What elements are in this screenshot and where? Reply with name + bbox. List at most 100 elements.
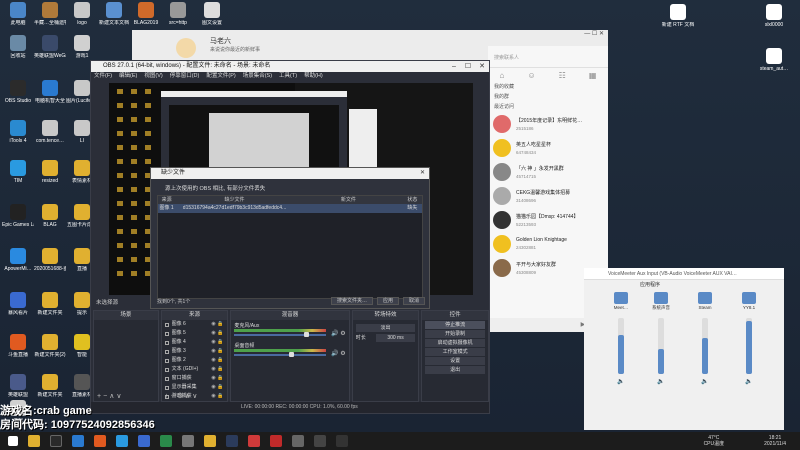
chat-group-groups[interactable]: 我的群: [488, 92, 608, 102]
desktop-icon[interactable]: BLAG: [34, 204, 66, 228]
windows-start-icon[interactable]: [8, 436, 18, 446]
down-icon[interactable]: ∨: [116, 393, 123, 400]
desktop-icon[interactable]: 英雄联盟WeGame版: [34, 35, 66, 59]
app-icon[interactable]: [182, 435, 194, 447]
maximize-icon[interactable]: ☐: [592, 31, 597, 37]
volume-slider[interactable]: [234, 334, 327, 336]
mute-settings-icon[interactable]: 🔊 ⚙: [331, 330, 346, 337]
desktop-icon[interactable]: 斗鱼直播: [2, 334, 34, 358]
visibility-lock-icon[interactable]: ◉ 🔒: [211, 374, 227, 383]
desktop-icon[interactable]: 新建文件夹: [34, 374, 66, 398]
contacts-icon[interactable]: ☺: [527, 71, 535, 80]
volume-slider-handle[interactable]: [289, 352, 295, 357]
maximize-icon[interactable]: ☐: [461, 61, 475, 72]
mute-settings-icon[interactable]: 🔊 ⚙: [331, 350, 346, 357]
desktop-icon[interactable]: BLAG2019: [130, 2, 162, 26]
desktop-icon[interactable]: 此电脑: [2, 2, 34, 26]
obs-titlebar[interactable]: OBS 27.0.1 (64-bit, windows) - 配置文件: 未命名…: [91, 61, 489, 72]
visibility-lock-icon[interactable]: ◉ 🔒: [211, 338, 227, 347]
tim-icon[interactable]: [116, 435, 128, 447]
transition-select[interactable]: 淡出: [355, 324, 416, 332]
chat-app-icon[interactable]: [160, 435, 172, 447]
desktop-icon[interactable]: 半藏…全桶遗物腐朽中文: [34, 2, 66, 26]
visibility-lock-icon[interactable]: ◉ 🔒: [211, 356, 227, 365]
table-row[interactable]: 图像 1 d15316794a4c27d1edf79b3c913d5adfedd…: [158, 204, 422, 213]
desktop-icon[interactable]: 暴风看片: [2, 292, 34, 316]
edge-icon[interactable]: [138, 435, 150, 447]
source-checkbox[interactable]: [164, 322, 169, 327]
profile-avatar[interactable]: [176, 38, 196, 58]
desktop-icon[interactable]: com.tence…: [34, 120, 66, 144]
chat-group-favorites[interactable]: 我的收藏: [488, 82, 608, 92]
volume-slider[interactable]: [746, 318, 752, 374]
search-folder-button[interactable]: 搜索文件夹…: [330, 297, 373, 305]
apply-button[interactable]: 应用: [376, 297, 399, 305]
chat-list-item[interactable]: 「六 神 」永发开黑群 45714715: [488, 160, 608, 184]
chat-list-item[interactable]: 猫猫乐园【Dmsp: 414744】 52213593: [488, 208, 608, 232]
desktop-icon[interactable]: 新建文件夹(2): [34, 334, 66, 358]
speaker-icon[interactable]: 🔈: [690, 378, 720, 385]
steam-icon[interactable]: [226, 435, 238, 447]
desktop-icon[interactable]: 新建文件夹: [34, 292, 66, 316]
obs-menu-item[interactable]: 编辑(E): [119, 73, 137, 79]
control-button[interactable]: 工作室模式: [425, 348, 485, 356]
source-checkbox[interactable]: [164, 349, 169, 354]
obs-menu-item[interactable]: 文件(F): [94, 73, 112, 79]
down-icon[interactable]: ∨: [192, 393, 199, 400]
visibility-lock-icon[interactable]: ◉ 🔒: [211, 365, 227, 374]
close-icon[interactable]: ✕: [475, 61, 489, 72]
obs-menu-item[interactable]: 视图(V): [144, 73, 162, 79]
source-checkbox[interactable]: [164, 340, 169, 345]
home-icon[interactable]: ⌂: [500, 71, 505, 80]
desktop-icon[interactable]: ApowerMi…: [2, 248, 34, 272]
source-item[interactable]: 图像 5 ◉ 🔒: [162, 329, 228, 338]
source-checkbox[interactable]: [164, 385, 169, 390]
source-item[interactable]: 显示器采集 ◉ 🔒: [162, 383, 228, 392]
visibility-lock-icon[interactable]: ◉ 🔒: [211, 347, 227, 356]
desktop-icon[interactable]: logo: [66, 2, 98, 26]
desktop-icon[interactable]: TIM: [2, 160, 34, 184]
obs-menu-item[interactable]: 工具(T): [279, 73, 297, 79]
missing-dialog-titlebar[interactable]: 缺少文件 ✕: [151, 168, 429, 179]
control-button[interactable]: 退出: [425, 366, 485, 374]
source-item[interactable]: 窗口捕获 ◉ 🔒: [162, 374, 228, 383]
close-icon[interactable]: ✕: [420, 168, 425, 179]
explorer-icon[interactable]: [28, 435, 40, 447]
row-new[interactable]: [294, 204, 403, 213]
desktop-icon[interactable]: steam_aut…: [752, 48, 796, 72]
speaker-icon[interactable]: 🔈: [646, 378, 676, 385]
source-item[interactable]: 图像 3 ◉ 🔒: [162, 347, 228, 356]
ie-icon[interactable]: [72, 435, 84, 447]
source-checkbox[interactable]: [164, 331, 169, 336]
obs-menu-item[interactable]: 停靠窗口(D): [170, 73, 200, 79]
speaker-icon[interactable]: 🔈: [606, 378, 636, 385]
desktop-icon[interactable]: 新建 RTF 文档: [656, 4, 700, 28]
desktop-icon[interactable]: Epic Games Launcher: [2, 204, 34, 228]
source-checkbox[interactable]: [164, 376, 169, 381]
volume-slider[interactable]: [702, 318, 708, 374]
desktop-icon[interactable]: 回收站: [2, 35, 34, 59]
visibility-lock-icon[interactable]: ◉ 🔒: [211, 329, 227, 338]
gear-icon[interactable]: [314, 435, 326, 447]
cancel-button[interactable]: 取消: [402, 297, 425, 305]
minimize-icon[interactable]: –: [447, 61, 461, 72]
desktop-icon[interactable]: 电脑机智大全: [34, 80, 66, 104]
obs-menu-item[interactable]: 场景集合(S): [243, 73, 272, 79]
chat-list-item[interactable]: 【2015年度记录】东明鲜花… 2515186: [488, 112, 608, 136]
chat-list-item[interactable]: 英五人吃星星杯 64748434: [488, 136, 608, 160]
group-icon[interactable]: ☷: [559, 71, 566, 80]
folder-icon[interactable]: [204, 435, 216, 447]
desktop-icon[interactable]: 游戏1: [66, 35, 98, 59]
volume-slider[interactable]: [234, 354, 327, 356]
control-button[interactable]: 停止推流: [425, 321, 485, 329]
source-checkbox[interactable]: [164, 358, 169, 363]
desktop-icon[interactable]: 2020051688-图新设计: [34, 248, 66, 272]
desktop-icon[interactable]: slxl0000: [752, 4, 796, 28]
video-app-icon[interactable]: [270, 435, 282, 447]
desktop-icon[interactable]: resized: [34, 160, 66, 184]
visibility-lock-icon[interactable]: ◉ 🔒: [211, 320, 227, 329]
obs-taskbar-icon[interactable]: [50, 435, 62, 447]
volume-slider[interactable]: [618, 318, 624, 374]
desktop-icon[interactable]: 英雄联盟: [2, 374, 34, 398]
chat-group-recent[interactable]: 最近访问: [488, 102, 608, 112]
